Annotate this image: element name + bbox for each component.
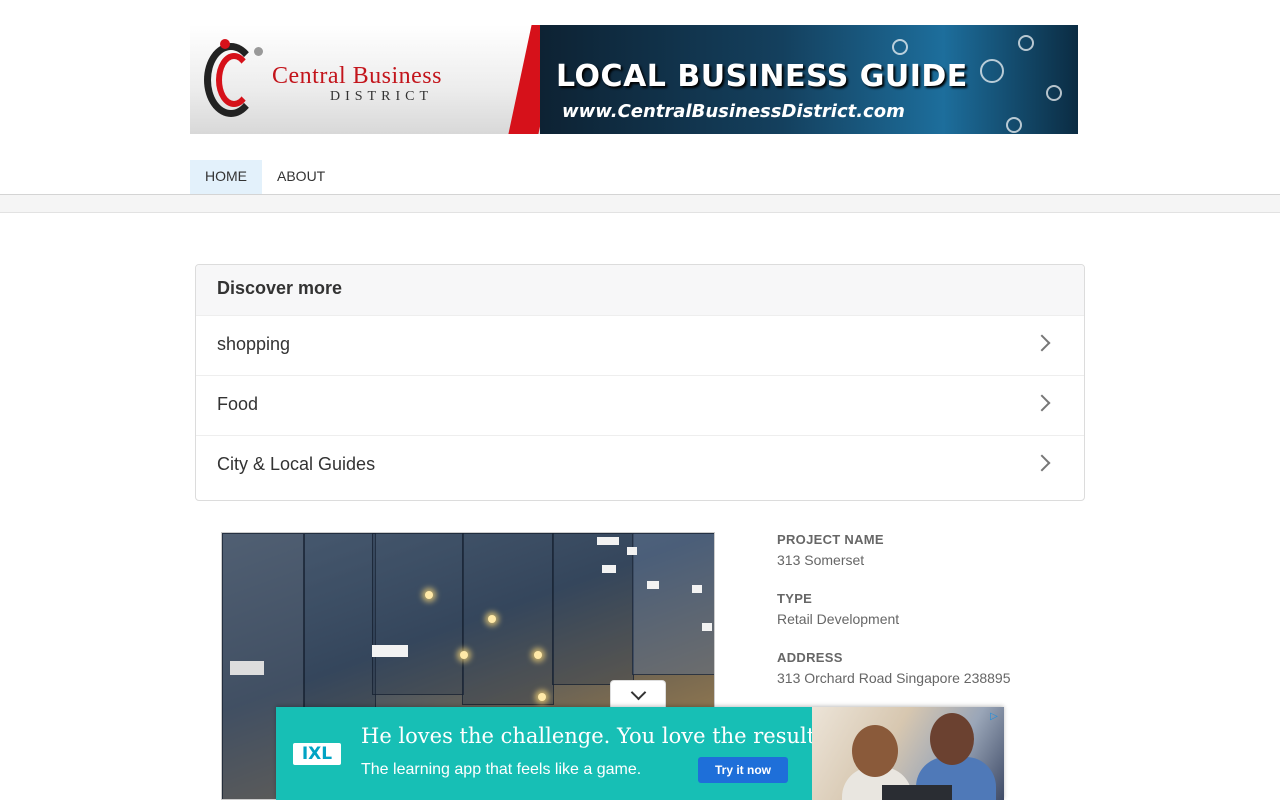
facade-sign [602, 565, 616, 573]
detail-project-name: PROJECT NAME 313 Somerset [777, 532, 1011, 568]
light-icon [534, 651, 542, 659]
ad-subtext: The learning app that feels like a game. [361, 761, 642, 778]
detail-label: PROJECT NAME [777, 532, 884, 547]
discover-item-shopping[interactable]: shopping [196, 315, 1084, 375]
chevron-right-icon [1033, 454, 1051, 472]
network-node-icon [892, 39, 908, 55]
ad-photo-figure [852, 725, 898, 777]
ixl-logo: IXL [293, 743, 341, 765]
discover-item-label: City & Local Guides [217, 454, 376, 474]
facade-sign [597, 537, 619, 545]
detail-address: ADDRESS 313 Orchard Road Singapore 23889… [777, 650, 1011, 686]
facade-sign [627, 547, 637, 555]
ad-photo-laptop [882, 785, 952, 800]
chevron-right-icon [1033, 394, 1051, 412]
ad-headline: He loves the challenge. You love the res… [361, 724, 833, 748]
advertisement-banner[interactable]: IXL He loves the challenge. You love the… [276, 707, 1004, 800]
adidas-logo-icon [230, 661, 264, 675]
discover-item-label: shopping [217, 334, 291, 354]
network-node-icon [1018, 35, 1034, 51]
banner-headline: LOCAL BUSINESS GUIDE [556, 59, 968, 94]
network-node-icon [1006, 117, 1022, 133]
logo-dot-icon [254, 47, 263, 56]
discover-item-label: Food [217, 394, 259, 414]
logo-dot-icon [220, 39, 230, 49]
facade-panel [632, 533, 714, 675]
light-icon [460, 651, 468, 659]
facade-sign [692, 585, 702, 593]
detail-label: ADDRESS [777, 650, 843, 665]
logo-swirl-inner-icon [216, 53, 252, 107]
ad-collapse-button[interactable] [610, 680, 666, 708]
chevron-right-icon [1033, 334, 1051, 352]
banner-graphic: LOCAL BUSINESS GUIDE www.CentralBusiness… [540, 25, 1078, 134]
facade-panel [372, 533, 464, 695]
logo-title: Central Business [272, 63, 442, 89]
light-icon [488, 615, 496, 623]
ad-photo: ▷ [812, 707, 1004, 800]
banner-url: www.CentralBusinessDistrict.com [562, 101, 905, 122]
facade-sign [647, 581, 659, 589]
ad-cta-button[interactable]: Try it now [698, 757, 788, 783]
light-icon [425, 591, 433, 599]
discover-item-city-guides[interactable]: City & Local Guides [196, 435, 1084, 495]
detail-value: 313 Somerset [777, 552, 865, 568]
network-node-icon [1046, 85, 1062, 101]
facade-panel [462, 533, 554, 705]
discover-more-panel: Discover more shopping Food City & Local… [195, 264, 1085, 501]
detail-type: TYPE Retail Development [777, 591, 1011, 627]
facade-sign [702, 623, 712, 631]
project-details: PROJECT NAME 313 Somerset TYPE Retail De… [777, 532, 1011, 709]
detail-value: Retail Development [777, 611, 900, 627]
nav-item-home[interactable]: HOME [190, 160, 262, 194]
detail-value: 313 Orchard Road Singapore 238895 [777, 670, 1011, 686]
discover-more-heading: Discover more [196, 265, 1084, 315]
chevron-down-icon [630, 684, 647, 701]
discover-item-food[interactable]: Food [196, 375, 1084, 435]
light-icon [538, 693, 546, 701]
network-node-icon [980, 59, 1004, 83]
ad-choices-icon[interactable]: ▷ [988, 711, 1000, 723]
main-nav: HOME ABOUT [190, 160, 340, 194]
logo-subtitle: DISTRICT [330, 89, 433, 104]
brand-logo-area: Central Business DISTRICT [190, 25, 540, 134]
ad-photo-figure [930, 713, 974, 765]
nav-divider [0, 194, 1280, 213]
facade-sign [372, 645, 408, 657]
site-banner[interactable]: Central Business DISTRICT LOCAL BUSINESS… [190, 25, 1078, 134]
nav-item-about[interactable]: ABOUT [262, 160, 340, 194]
detail-label: TYPE [777, 591, 813, 606]
facade-panel [552, 533, 634, 685]
